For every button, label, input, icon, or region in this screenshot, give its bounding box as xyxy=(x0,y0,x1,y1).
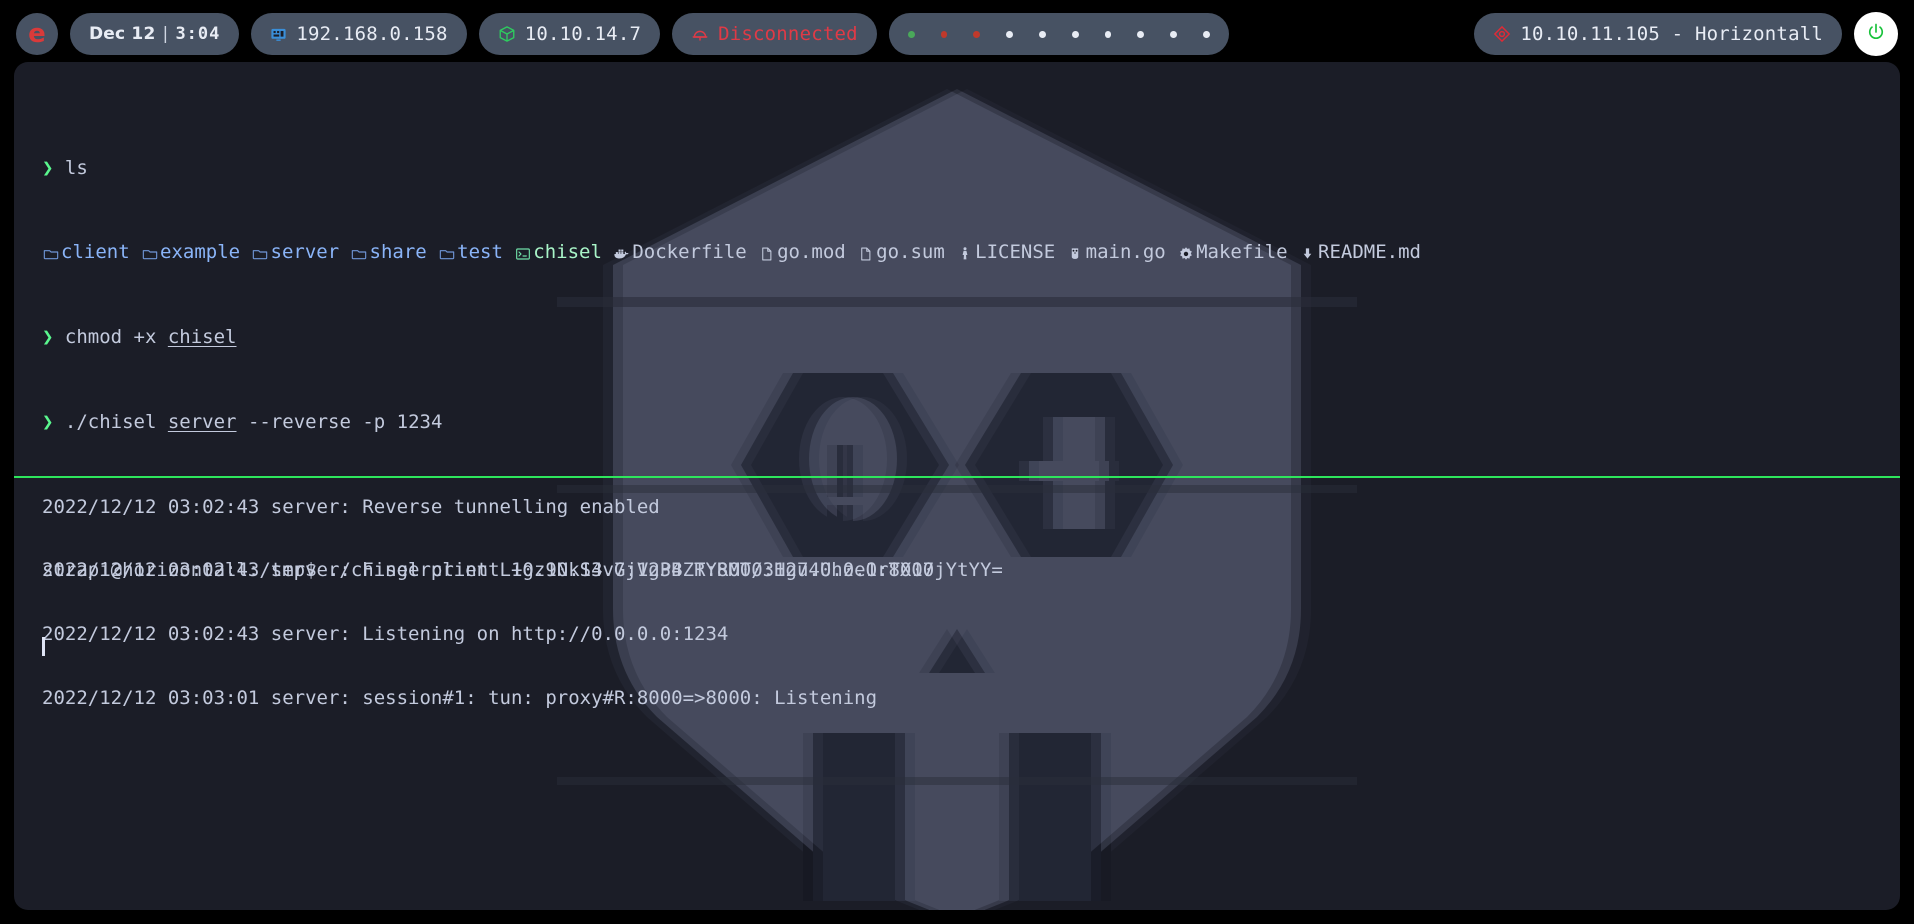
ls-entry: example xyxy=(141,242,240,264)
ls-entry-name: Makefile xyxy=(1196,241,1288,264)
ssh-prompt-line: strapi@horizontall:/tmp$ ./chisel client… xyxy=(42,559,935,582)
prompt-chevron-icon: ❯ xyxy=(42,326,54,349)
command-line-chisel-server: ❯ ./chisel server --reverse -p 1234 xyxy=(42,411,1900,433)
dot-7 xyxy=(1104,30,1112,38)
ls-entry-name: share xyxy=(369,241,427,264)
ls-entry-name: server xyxy=(270,241,340,264)
pane-split-divider xyxy=(14,476,1900,478)
cursor-line xyxy=(42,637,1900,658)
file-icon xyxy=(857,243,874,264)
top-status-bar: e Dec 12 | 3:04 192.168.0.158 10.10.14.7… xyxy=(0,0,1914,68)
vpn-status-pill[interactable]: Disconnected xyxy=(672,13,877,55)
host-ip-pill[interactable]: 192.168.0.158 xyxy=(251,13,467,55)
vpn-ip-pill[interactable]: 10.10.14.7 xyxy=(478,13,661,55)
exegol-logo-pill[interactable]: e xyxy=(16,13,58,55)
ls-entry: chisel xyxy=(514,242,602,264)
clock-date: Dec 12 xyxy=(89,24,156,44)
command-line-chmod: ❯ chmod +x chisel xyxy=(42,327,1900,348)
ls-entry-name: chisel xyxy=(533,241,602,264)
dot-10 xyxy=(1202,30,1210,38)
dot-6 xyxy=(1071,30,1079,38)
activity-dots-pill xyxy=(888,13,1229,55)
box-icon xyxy=(498,25,516,43)
desktop-icon xyxy=(270,26,287,43)
folder-icon xyxy=(252,243,269,264)
dot-3 xyxy=(973,30,981,38)
ls-entry: test xyxy=(438,242,503,264)
gear-icon xyxy=(1177,243,1194,264)
ls-entry-name: example xyxy=(160,241,241,264)
vpn-ip-label: 10.10.14.7 xyxy=(524,23,642,45)
ls-entry-name: test xyxy=(457,241,503,264)
go-gopher-icon xyxy=(1067,243,1084,264)
terminal-icon xyxy=(514,243,531,264)
clock-pill: Dec 12 | 3:04 xyxy=(70,13,240,55)
vpn-off-icon xyxy=(691,25,709,43)
command-arg-subcommand: server xyxy=(167,411,237,433)
ls-entry-name: main.go xyxy=(1085,241,1166,264)
vpn-status-label: Disconnected xyxy=(718,23,858,45)
folder-icon xyxy=(141,243,158,264)
power-button[interactable] xyxy=(1854,12,1898,56)
ls-entry-name: go.sum xyxy=(876,241,945,264)
license-icon xyxy=(956,243,973,264)
ls-entry: Dockerfile xyxy=(613,241,747,264)
ls-entry: client xyxy=(42,242,130,264)
folder-icon xyxy=(351,243,368,264)
docker-icon xyxy=(613,243,630,264)
ls-entry-name: LICENSE xyxy=(975,241,1056,264)
ls-entry-name: README.md xyxy=(1318,241,1421,264)
ls-entry-name: Dockerfile xyxy=(632,241,747,264)
chisel-client-pane[interactable]: strapi@horizontall:/tmp$ ./chisel client… xyxy=(14,480,1900,910)
clock-time: 3:04 xyxy=(175,24,221,44)
command-text: ls xyxy=(64,156,88,179)
ls-entry: go.mod xyxy=(758,242,846,264)
ls-entry-name: client xyxy=(61,241,130,264)
prompt-chevron-icon: ❯ xyxy=(42,156,54,179)
target-machine-pill[interactable]: 10.10.11.105 - Horizontall xyxy=(1474,13,1842,55)
ls-entry: README.md xyxy=(1299,242,1421,264)
text-cursor xyxy=(42,637,45,656)
host-ip-label: 192.168.0.158 xyxy=(296,23,448,45)
dot-9 xyxy=(1170,30,1177,38)
clock-separator: | xyxy=(162,24,169,44)
target-machine-label: 10.10.11.105 - Horizontall xyxy=(1520,23,1823,45)
ls-entry: go.sum xyxy=(857,242,945,264)
ls-entry: server xyxy=(252,241,340,264)
chisel-server-pane[interactable]: ❯ ls client example server share test chisel D… xyxy=(14,62,1900,708)
dot-4 xyxy=(1006,30,1013,38)
dot-8 xyxy=(1137,30,1145,38)
prompt-chevron-icon: ❯ xyxy=(42,411,54,433)
ls-output-row: client example server share test chisel Docker… xyxy=(42,242,1900,263)
command-line-ls: ❯ ls xyxy=(42,156,1900,179)
ls-entry: Makefile xyxy=(1177,242,1288,264)
ls-entry: main.go xyxy=(1067,242,1166,264)
folder-icon xyxy=(438,243,455,264)
command-arg-file: chisel xyxy=(167,326,237,349)
ls-entry: LICENSE xyxy=(956,242,1055,264)
dot-1 xyxy=(907,30,915,38)
ls-entry: share xyxy=(351,242,427,264)
terminal-window[interactable]: ❯ ls client example server share test chisel D… xyxy=(14,62,1900,910)
markdown-icon xyxy=(1299,243,1316,264)
dot-2 xyxy=(940,30,948,38)
command-flags: --reverse -p 1234 xyxy=(236,411,443,433)
dot-5 xyxy=(1038,30,1046,38)
exegol-e-icon: e xyxy=(28,19,46,49)
crosshair-icon xyxy=(1493,25,1511,43)
topbar-right-group: 10.10.11.105 - Horizontall xyxy=(1474,12,1898,56)
ls-entry-name: go.mod xyxy=(777,241,846,264)
command-text: ./chisel xyxy=(64,411,168,433)
power-icon xyxy=(1866,22,1886,46)
file-icon xyxy=(758,243,775,264)
command-text: chmod +x xyxy=(64,326,168,349)
folder-icon xyxy=(42,243,59,264)
